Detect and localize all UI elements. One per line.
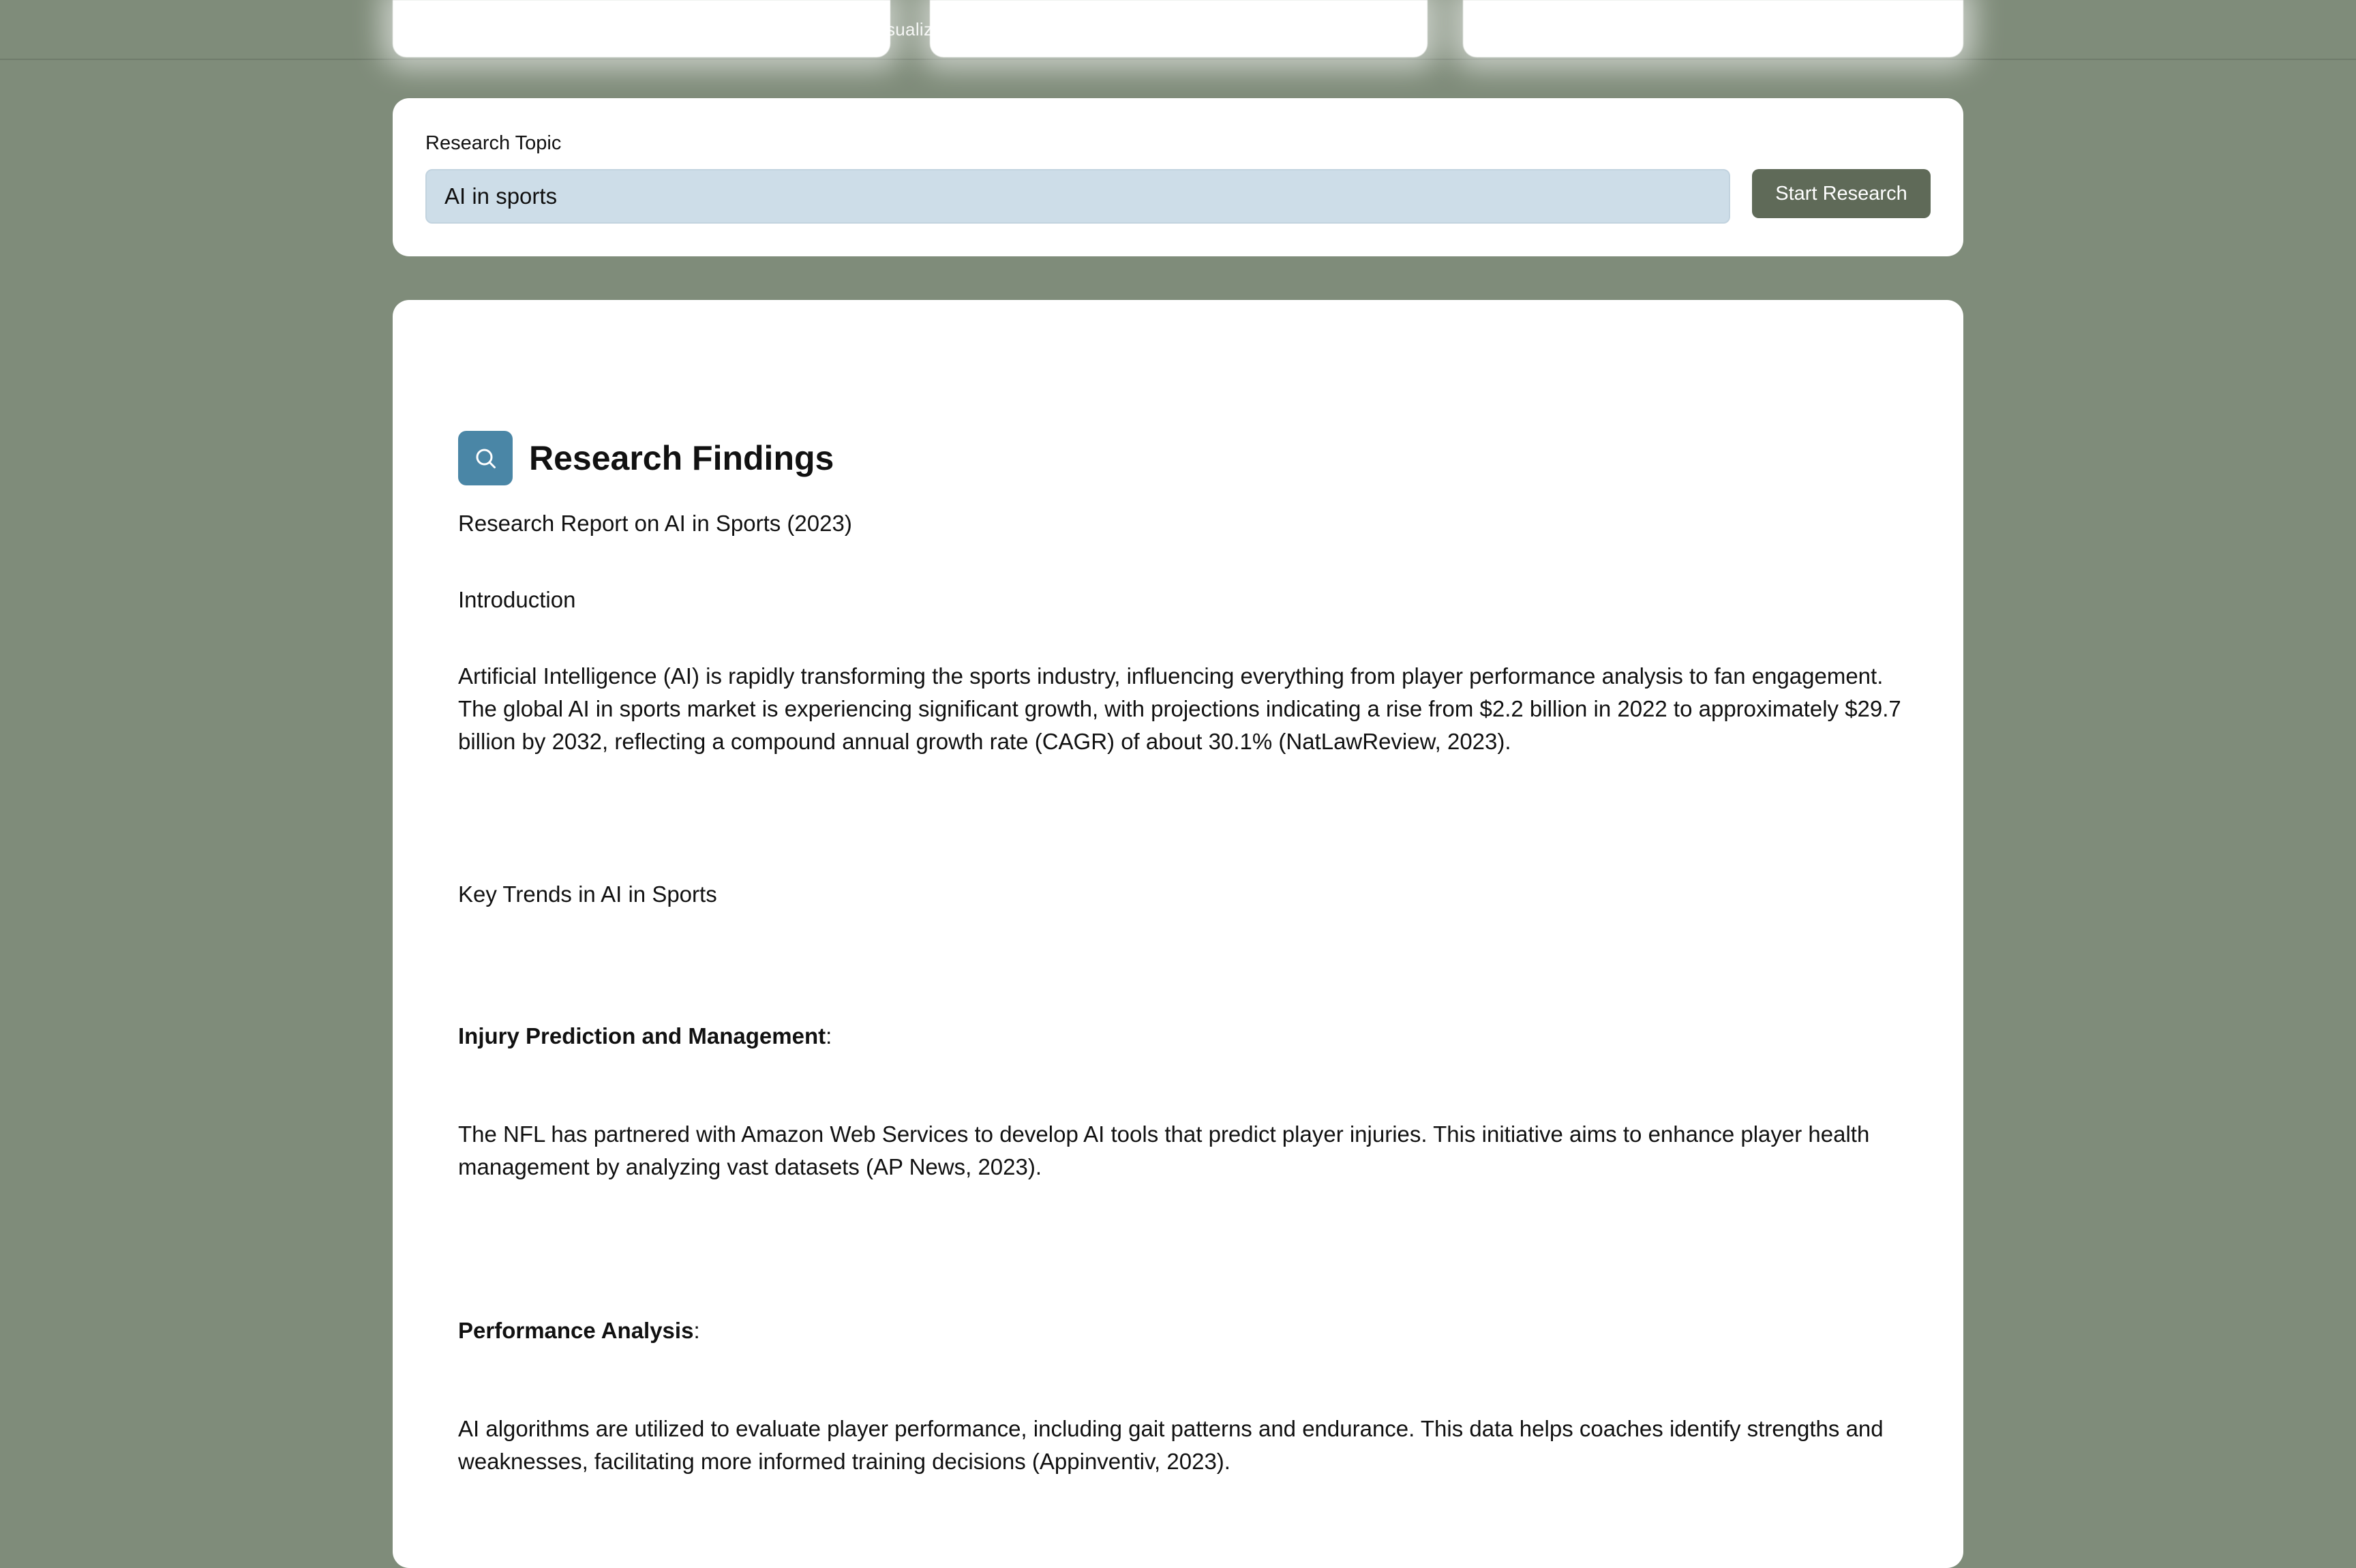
header-card-2[interactable] — [930, 0, 1428, 57]
intro-heading: Introduction — [458, 587, 576, 612]
trend-item-colon: : — [826, 1023, 832, 1049]
findings-title: Research Findings — [529, 439, 834, 477]
header-partial-label: sualizer — [886, 19, 949, 40]
search-icon — [458, 431, 513, 485]
trend-item-paragraph: The NFL has partnered with Amazon Web Se… — [458, 1121, 1870, 1179]
trends-heading: Key Trends in AI in Sports — [458, 881, 717, 907]
trend-item-paragraph: AI algorithms are utilized to evaluate p… — [458, 1416, 1884, 1474]
research-topic-input[interactable] — [425, 169, 1730, 224]
trend-item-colon: : — [693, 1318, 700, 1343]
header-card-1[interactable] — [393, 0, 890, 57]
research-topic-label: Research Topic — [425, 132, 562, 154]
trend-item-title: Injury Prediction and Management — [458, 1023, 826, 1049]
trend-item-title: Performance Analysis — [458, 1318, 694, 1343]
trend-item-heading: Performance Analysis: — [458, 1314, 700, 1347]
start-research-button[interactable]: Start Research — [1752, 169, 1931, 218]
research-topic-card: Research Topic Start Research — [393, 98, 1963, 256]
report-title: Research Report on AI in Sports (2023) — [458, 511, 852, 536]
header-card-3[interactable] — [1463, 0, 1963, 57]
intro-paragraph: Artificial Intelligence (AI) is rapidly … — [458, 663, 1901, 754]
trend-item-heading: Injury Prediction and Management: — [458, 1020, 832, 1053]
research-findings-card: Research Findings Research Report on AI … — [393, 300, 1963, 1568]
top-header-strip: sualizer — [0, 0, 2356, 60]
findings-header: Research Findings — [458, 431, 834, 485]
